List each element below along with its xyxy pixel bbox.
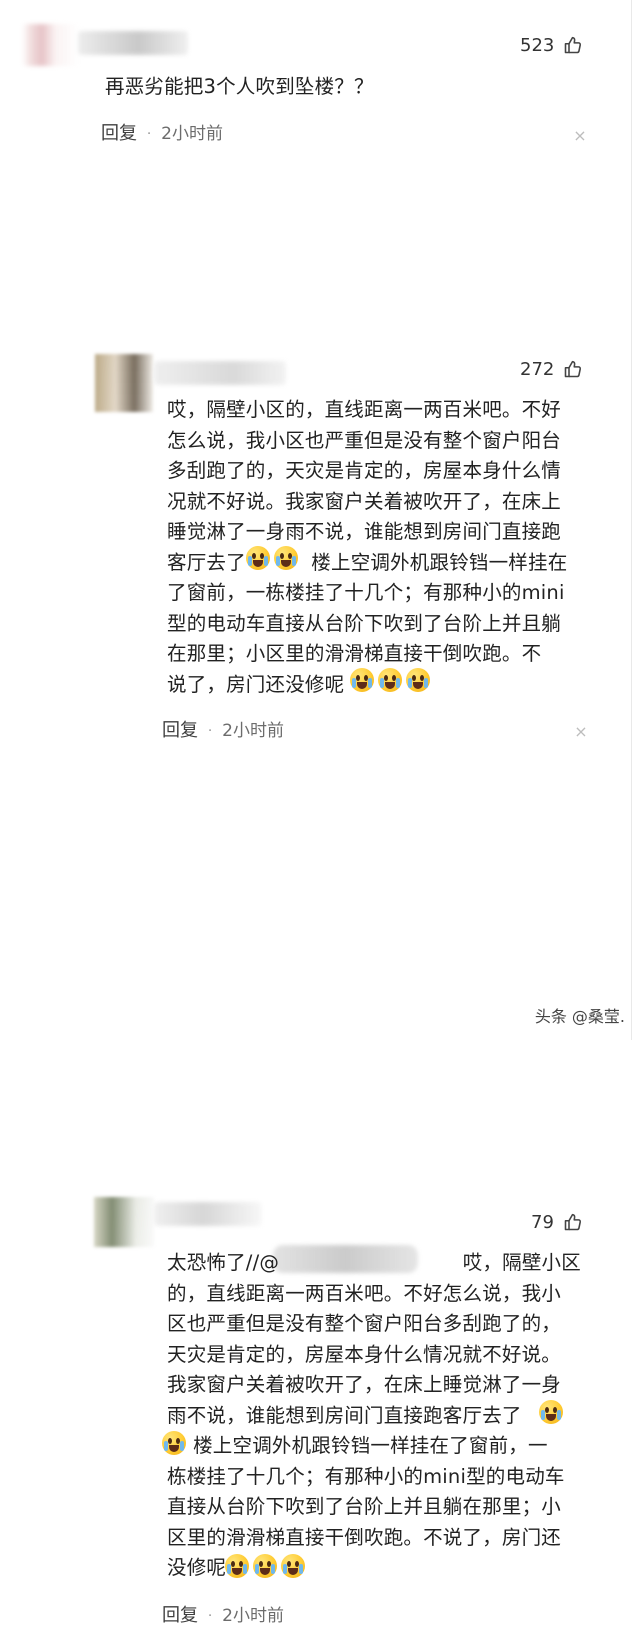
- username-obscured: [154, 1202, 262, 1226]
- crying-face-icon: [225, 1554, 249, 1578]
- crying-face-icon: [162, 1431, 186, 1455]
- meta-separator-dot: ·: [208, 1608, 213, 1624]
- like-count: 523: [520, 34, 555, 56]
- avatar: [95, 354, 153, 412]
- scrollbar-track: [631, 0, 632, 1040]
- thumbs-up-icon[interactable]: [562, 35, 583, 56]
- comment-item-2: 272 哎，隔壁小区的，直线距离一两百米吧。不好 怎么说，我小区也严重但是没有整…: [0, 170, 634, 740]
- crying-emoji-group: [225, 1554, 305, 1578]
- reply-button[interactable]: 回复: [162, 1607, 198, 1625]
- username-obscured: [154, 361, 286, 385]
- close-icon[interactable]: ×: [572, 128, 588, 144]
- crying-face-icon: [539, 1400, 563, 1424]
- comment-text: 再恶劣能把3个人吹到坠楼？？: [105, 75, 374, 98]
- comment-time: 2小时前: [222, 1605, 284, 1626]
- crying-emoji-group: [539, 1400, 563, 1424]
- comment-meta: 回复 · 2小时前: [162, 1607, 284, 1625]
- crying-emoji-group: [162, 1431, 186, 1455]
- like-counter[interactable]: 272: [520, 359, 583, 380]
- like-counter[interactable]: 79: [531, 1212, 583, 1233]
- thumbs-up-icon[interactable]: [562, 359, 583, 380]
- like-count: 79: [531, 1211, 554, 1233]
- like-counter[interactable]: 523: [520, 35, 583, 56]
- comment-feed: 523 再恶劣能把3个人吹到坠楼？？ 回复 · 2小时前 × 272 哎，隔壁小…: [0, 0, 634, 1625]
- username-obscured: [78, 31, 188, 55]
- watermark: 头条 @桑莹.: [534, 1007, 625, 1026]
- crying-face-icon: [274, 546, 298, 570]
- comment-item-3: 79 太恐怖了//@ 哎，隔壁小区 的，直线距离一两百米吧。不好怎么说，我小 区…: [0, 595, 634, 1625]
- crying-face-icon: [281, 1554, 305, 1578]
- avatar: [94, 1197, 154, 1247]
- comment-meta: 回复 · 2小时前: [101, 125, 223, 143]
- comment-time: 2小时前: [161, 123, 223, 144]
- comment-item-1: 523 再恶劣能把3个人吹到坠楼？？ 回复 · 2小时前 ×: [0, 0, 634, 170]
- crying-face-icon: [253, 1554, 277, 1578]
- crying-emoji-group: [246, 546, 298, 570]
- thumbs-up-icon[interactable]: [562, 1212, 583, 1233]
- reply-button[interactable]: 回复: [101, 125, 137, 143]
- avatar: [22, 24, 78, 66]
- crying-face-icon: [246, 546, 270, 570]
- meta-separator-dot: ·: [147, 126, 152, 142]
- like-count: 272: [520, 358, 555, 380]
